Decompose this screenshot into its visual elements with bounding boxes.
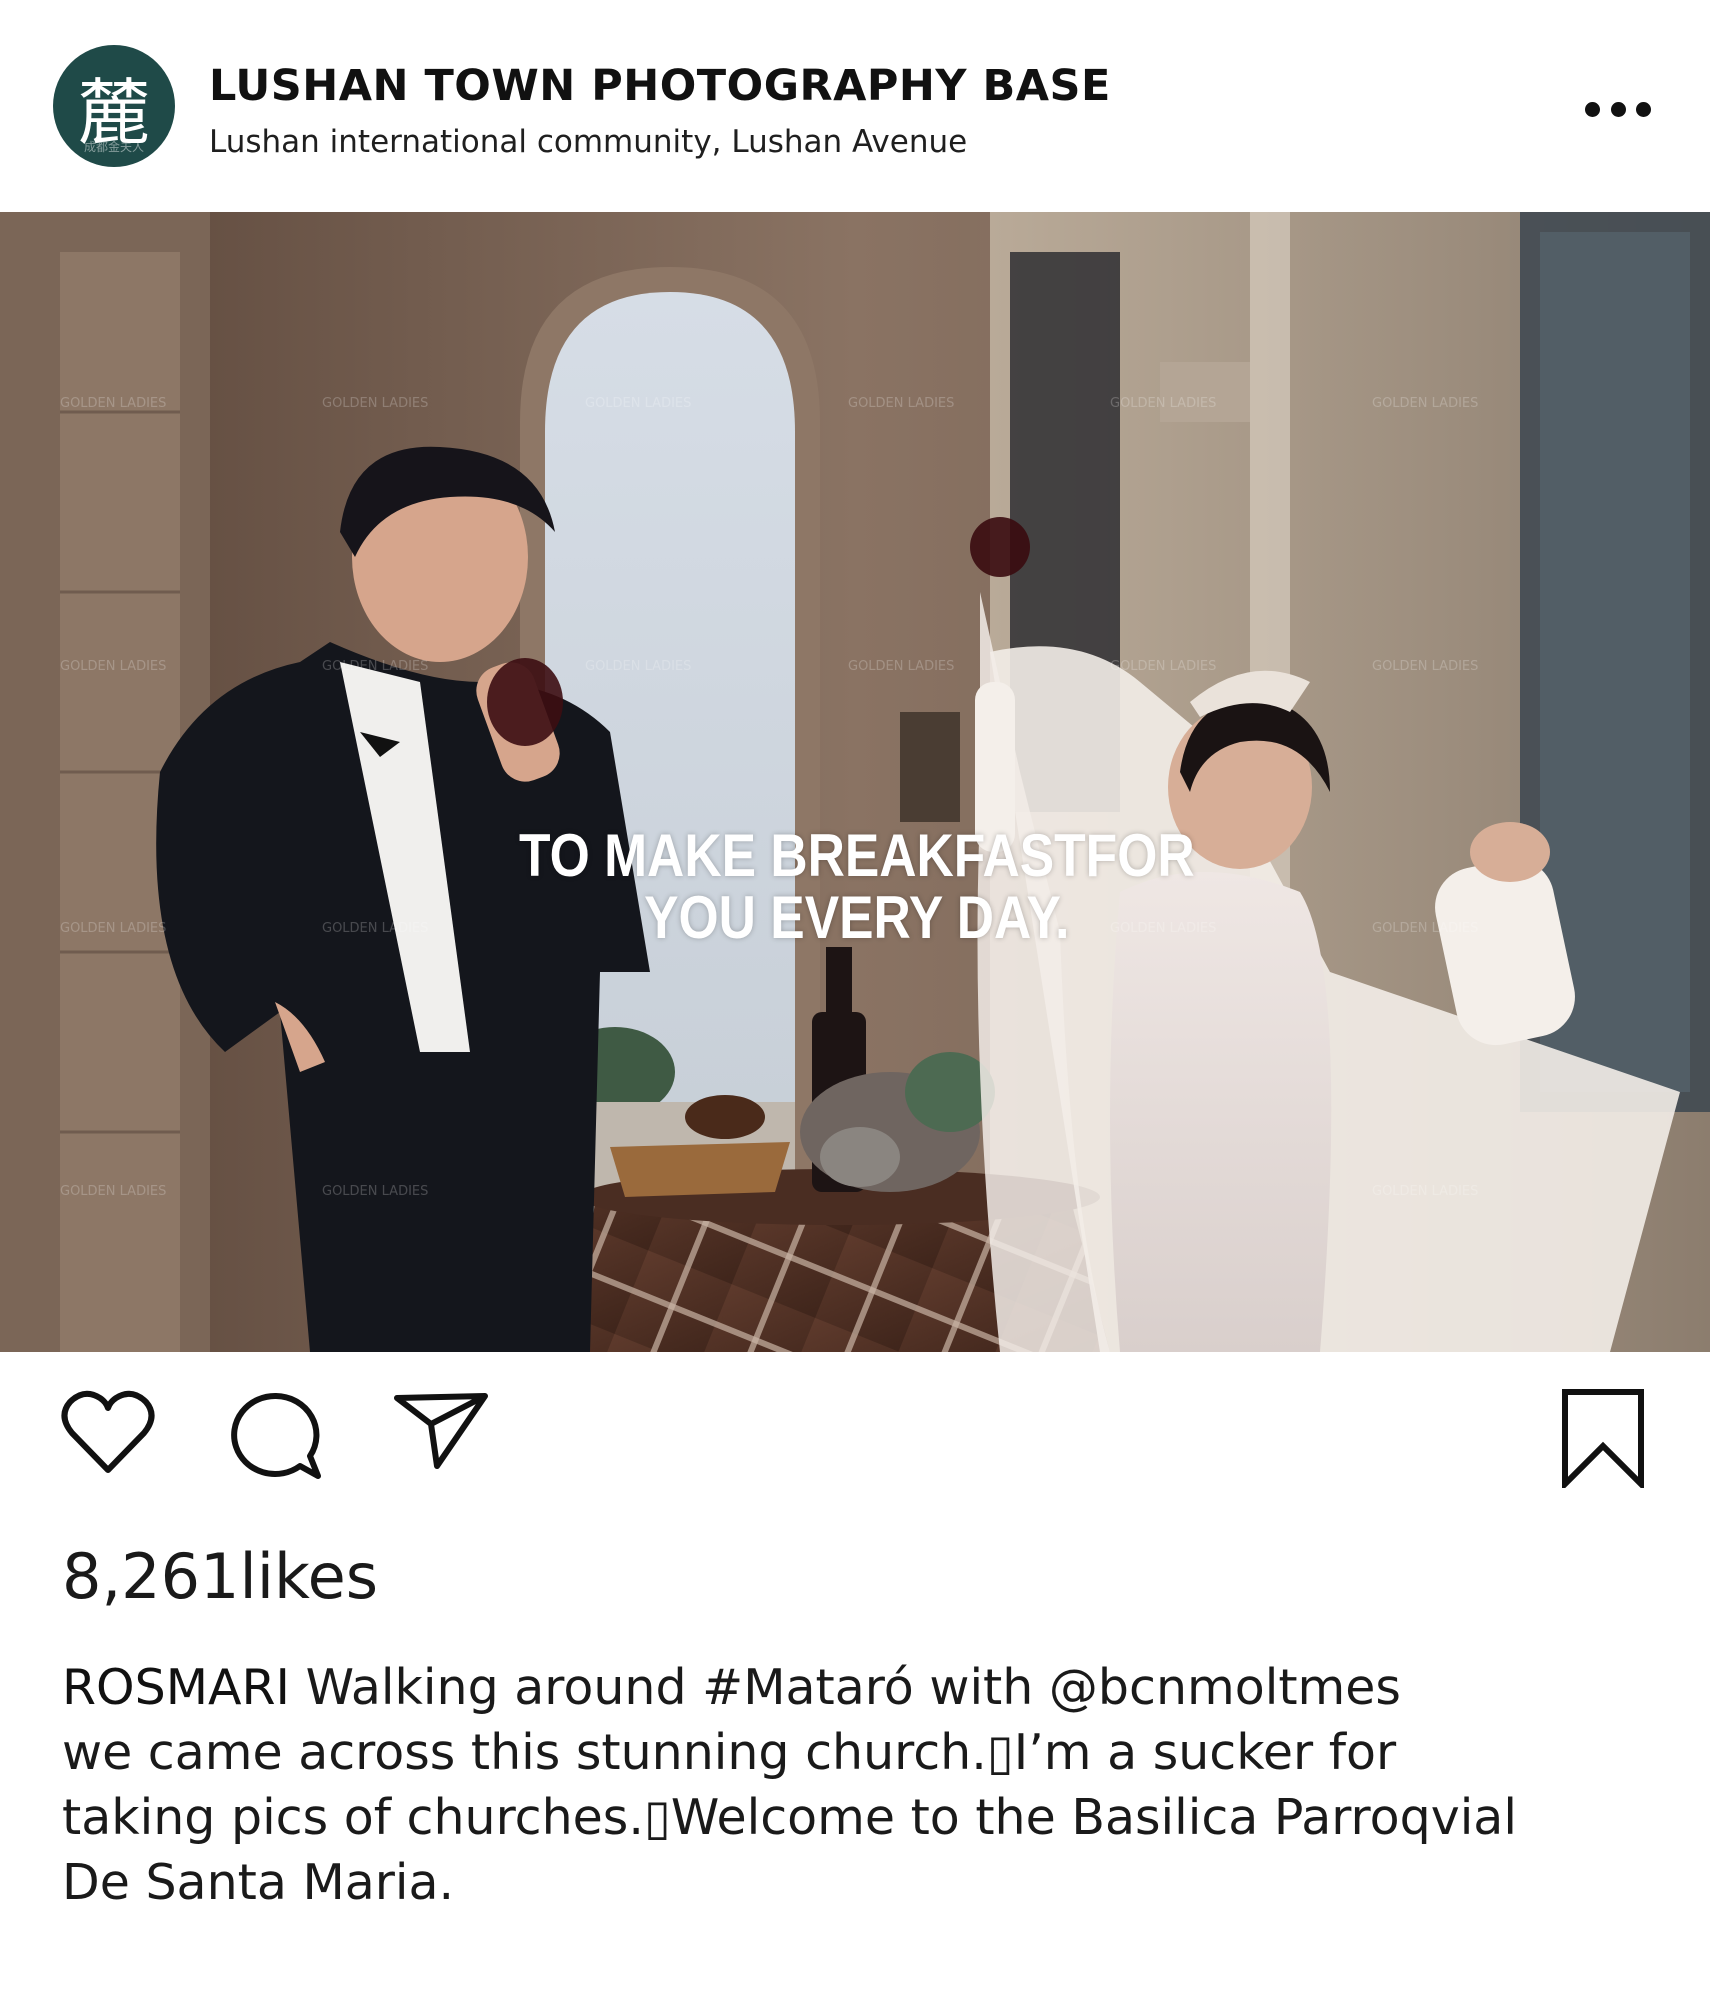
overlay-line-1: TO MAKE BREAKFASTFOR — [519, 822, 1195, 889]
watermark: GOLDEN LADIES — [585, 659, 691, 674]
likes-number: 8,261 — [62, 1540, 240, 1613]
watermark: GOLDEN LADIES — [1372, 396, 1478, 411]
avatar[interactable]: 麓 成都金夫人 — [53, 45, 175, 167]
account-name[interactable]: LUSHAN TOWN PHOTOGRAPHY BASE — [209, 61, 1111, 111]
watermark: GOLDEN LADIES — [1372, 659, 1478, 674]
caption-text-1: Walking around #Mataró with @bcnmoltmes — [305, 1659, 1401, 1716]
caption-line-1: ROSMARI Walking around #Mataró with @bcn… — [62, 1655, 1662, 1720]
likes-count[interactable]: 8,261likes — [62, 1540, 378, 1613]
post-header: 麓 成都金夫人 LUSHAN TOWN PHOTOGRAPHY BASE Lus… — [0, 0, 1710, 212]
heart-icon[interactable] — [60, 1388, 156, 1476]
watermark: GOLDEN LADIES — [60, 396, 166, 411]
watermark: GOLDEN LADIES — [1110, 659, 1216, 674]
photo-overlay-text: TO MAKE BREAKFASTFOR YOU EVERY DAY. — [122, 825, 1593, 949]
comment-icon[interactable] — [228, 1390, 324, 1482]
watermark: GOLDEN LADIES — [848, 659, 954, 674]
post-photo[interactable]: GOLDEN LADIES GOLDEN LADIES GOLDEN LADIE… — [0, 212, 1710, 1352]
watermark: GOLDEN LADIES — [322, 396, 428, 411]
likes-label: likes — [239, 1540, 379, 1613]
watermark: GOLDEN LADIES — [585, 396, 691, 411]
watermark: GOLDEN LADIES — [1372, 1184, 1478, 1199]
post-caption: ROSMARI Walking around #Mataró with @bcn… — [62, 1655, 1662, 1915]
send-icon[interactable] — [393, 1390, 489, 1472]
avatar-subtext: 成都金夫人 — [83, 140, 144, 154]
watermark: GOLDEN LADIES — [848, 396, 954, 411]
more-dot — [1636, 101, 1651, 117]
bookmark-icon[interactable] — [1560, 1388, 1646, 1488]
watermark: GOLDEN LADIES — [1110, 396, 1216, 411]
caption-line-2: we came across this stunning church.▯I’m… — [62, 1724, 1397, 1781]
photo-illustration: GOLDEN LADIES GOLDEN LADIES GOLDEN LADIE… — [0, 212, 1710, 1352]
watermark: GOLDEN LADIES — [322, 1184, 428, 1199]
caption-username[interactable]: ROSMARI — [62, 1659, 290, 1716]
watermark: GOLDEN LADIES — [60, 659, 166, 674]
overlay-line-2: YOU EVERY DAY. — [644, 884, 1070, 951]
more-options-icon[interactable] — [1585, 96, 1651, 122]
watermark: GOLDEN LADIES — [322, 659, 428, 674]
more-dot — [1585, 101, 1600, 117]
caption-line-3: taking pics of churches.▯Welcome to the … — [62, 1789, 1517, 1846]
watermark: GOLDEN LADIES — [60, 1184, 166, 1199]
caption-line-4: De Santa Maria. — [62, 1854, 455, 1911]
post-location[interactable]: Lushan international community, Lushan A… — [209, 124, 967, 160]
more-dot — [1610, 101, 1626, 117]
